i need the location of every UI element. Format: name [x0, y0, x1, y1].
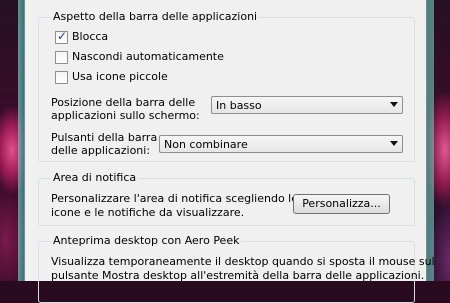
small-icons-checkbox[interactable]	[55, 71, 68, 84]
autohide-label[interactable]: Nascondi automaticamente	[72, 50, 224, 64]
small-icons-label[interactable]: Usa icone piccole	[72, 70, 168, 84]
notification-text-line1: Personalizzare l'area di notifica scegli…	[51, 192, 298, 205]
lock-taskbar-label[interactable]: Blocca	[72, 30, 108, 44]
position-label-line2: applicazioni sullo schermo:	[51, 109, 200, 122]
chevron-down-icon	[390, 102, 398, 107]
group-title: Anteprima desktop con Aero Peek	[51, 233, 242, 249]
buttons-dropdown[interactable]: Non combinare	[159, 135, 403, 153]
buttons-label-line1: Pulsanti della barra	[51, 131, 158, 144]
buttons-value: Non combinare	[164, 138, 248, 151]
position-dropdown[interactable]: In basso	[211, 96, 403, 114]
notification-area-group: Area di notifica Personalizzare l'area d…	[38, 170, 415, 226]
aero-peek-text-line1: Visualizza temporaneamente il desktop qu…	[51, 255, 435, 268]
aero-peek-group: Anteprima desktop con Aero Peek Visualiz…	[38, 233, 435, 303]
position-value: In basso	[216, 99, 262, 112]
taskbar-appearance-group: Aspetto della barra delle applicazioni B…	[38, 9, 415, 162]
lock-taskbar-checkbox[interactable]	[55, 29, 68, 44]
notification-text-line2: icone e le notifiche da visualizzare.	[51, 206, 245, 219]
autohide-checkbox[interactable]	[55, 51, 68, 64]
chevron-down-icon	[390, 141, 398, 146]
customize-button[interactable]: Personalizza...	[293, 194, 390, 214]
buttons-label-line2: delle applicazioni:	[51, 144, 151, 157]
group-title: Aspetto della barra delle applicazioni	[51, 9, 260, 25]
group-title: Area di notifica	[51, 170, 139, 186]
position-label-line1: Posizione della barra delle	[51, 96, 196, 109]
taskbar-properties-dialog: Aspetto della barra delle applicazioni B…	[24, 0, 435, 303]
